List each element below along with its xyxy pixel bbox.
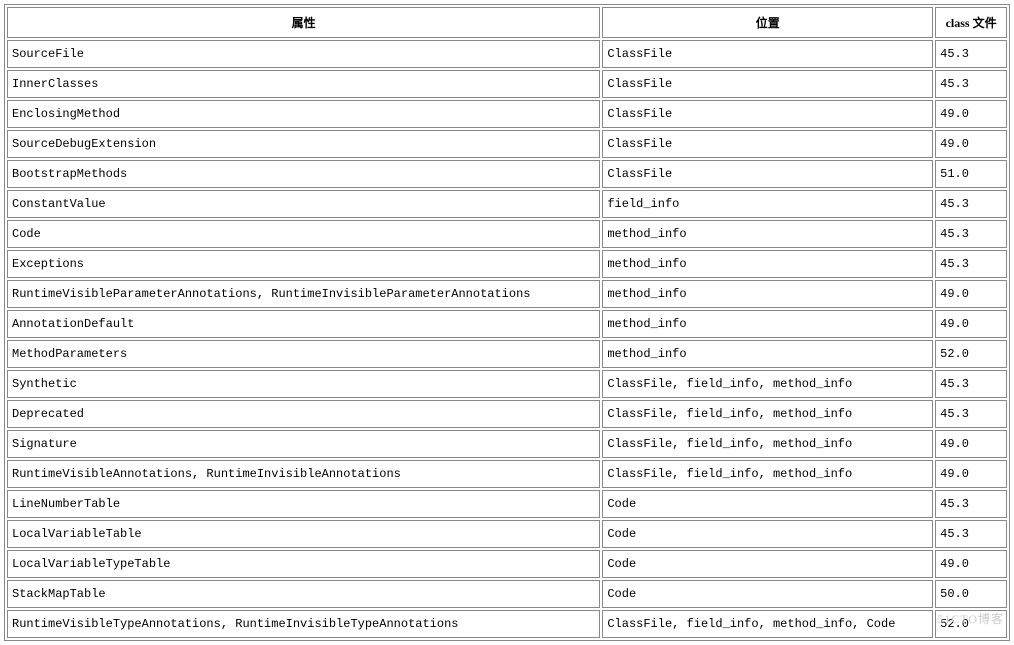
cell-version: 50.0 bbox=[935, 580, 1007, 608]
cell-version: 49.0 bbox=[935, 280, 1007, 308]
cell-location: ClassFile, field_info, method_info, Code bbox=[602, 610, 933, 638]
cell-version: 45.3 bbox=[935, 400, 1007, 428]
cell-attribute: Exceptions bbox=[7, 250, 600, 278]
table-row: Exceptionsmethod_info45.3 bbox=[7, 250, 1007, 278]
cell-version: 45.3 bbox=[935, 520, 1007, 548]
table-row: InnerClassesClassFile45.3 bbox=[7, 70, 1007, 98]
cell-version: 49.0 bbox=[935, 460, 1007, 488]
cell-location: ClassFile bbox=[602, 160, 933, 188]
cell-attribute: Signature bbox=[7, 430, 600, 458]
cell-location: ClassFile, field_info, method_info bbox=[602, 400, 933, 428]
table-row: SignatureClassFile, field_info, method_i… bbox=[7, 430, 1007, 458]
cell-attribute: SourceFile bbox=[7, 40, 600, 68]
table-row: StackMapTableCode50.0 bbox=[7, 580, 1007, 608]
cell-attribute: Synthetic bbox=[7, 370, 600, 398]
table-row: LineNumberTableCode45.3 bbox=[7, 490, 1007, 518]
cell-attribute: LocalVariableTable bbox=[7, 520, 600, 548]
cell-version: 45.3 bbox=[935, 490, 1007, 518]
cell-version: 51.0 bbox=[935, 160, 1007, 188]
cell-location: Code bbox=[602, 490, 933, 518]
cell-location: method_info bbox=[602, 250, 933, 278]
cell-attribute: EnclosingMethod bbox=[7, 100, 600, 128]
cell-attribute: StackMapTable bbox=[7, 580, 600, 608]
cell-attribute: RuntimeVisibleParameterAnnotations, Runt… bbox=[7, 280, 600, 308]
cell-location: method_info bbox=[602, 340, 933, 368]
table-row: SyntheticClassFile, field_info, method_i… bbox=[7, 370, 1007, 398]
table-row: AnnotationDefaultmethod_info49.0 bbox=[7, 310, 1007, 338]
table-row: ConstantValuefield_info45.3 bbox=[7, 190, 1007, 218]
cell-attribute: BootstrapMethods bbox=[7, 160, 600, 188]
table-row: DeprecatedClassFile, field_info, method_… bbox=[7, 400, 1007, 428]
header-location: 位置 bbox=[602, 7, 933, 38]
table-row: LocalVariableTypeTableCode49.0 bbox=[7, 550, 1007, 578]
cell-location: ClassFile, field_info, method_info bbox=[602, 460, 933, 488]
cell-location: Code bbox=[602, 520, 933, 548]
cell-attribute: RuntimeVisibleAnnotations, RuntimeInvisi… bbox=[7, 460, 600, 488]
cell-version: 49.0 bbox=[935, 550, 1007, 578]
table-row: LocalVariableTableCode45.3 bbox=[7, 520, 1007, 548]
cell-attribute: RuntimeVisibleTypeAnnotations, RuntimeIn… bbox=[7, 610, 600, 638]
attribute-table: 属性 位置 class 文件 SourceFileClassFile45.3In… bbox=[4, 4, 1010, 641]
table-row: Codemethod_info45.3 bbox=[7, 220, 1007, 248]
cell-attribute: LocalVariableTypeTable bbox=[7, 550, 600, 578]
cell-location: method_info bbox=[602, 310, 933, 338]
cell-version: 52.0 bbox=[935, 610, 1007, 638]
header-attribute: 属性 bbox=[7, 7, 600, 38]
cell-version: 49.0 bbox=[935, 100, 1007, 128]
table-row: SourceDebugExtensionClassFile49.0 bbox=[7, 130, 1007, 158]
table-row: RuntimeVisibleTypeAnnotations, RuntimeIn… bbox=[7, 610, 1007, 638]
cell-version: 45.3 bbox=[935, 190, 1007, 218]
cell-version: 45.3 bbox=[935, 370, 1007, 398]
cell-location: Code bbox=[602, 550, 933, 578]
cell-location: ClassFile, field_info, method_info bbox=[602, 430, 933, 458]
cell-version: 45.3 bbox=[935, 70, 1007, 98]
table-row: EnclosingMethodClassFile49.0 bbox=[7, 100, 1007, 128]
cell-version: 45.3 bbox=[935, 220, 1007, 248]
cell-version: 45.3 bbox=[935, 250, 1007, 278]
cell-attribute: SourceDebugExtension bbox=[7, 130, 600, 158]
cell-attribute: LineNumberTable bbox=[7, 490, 600, 518]
table-row: MethodParametersmethod_info52.0 bbox=[7, 340, 1007, 368]
cell-attribute: Code bbox=[7, 220, 600, 248]
cell-version: 49.0 bbox=[935, 430, 1007, 458]
table-row: RuntimeVisibleAnnotations, RuntimeInvisi… bbox=[7, 460, 1007, 488]
cell-location: Code bbox=[602, 580, 933, 608]
cell-location: method_info bbox=[602, 280, 933, 308]
table-row: BootstrapMethodsClassFile51.0 bbox=[7, 160, 1007, 188]
cell-attribute: AnnotationDefault bbox=[7, 310, 600, 338]
cell-location: ClassFile bbox=[602, 70, 933, 98]
cell-attribute: MethodParameters bbox=[7, 340, 600, 368]
table-row: SourceFileClassFile45.3 bbox=[7, 40, 1007, 68]
header-classfile: class 文件 bbox=[935, 7, 1007, 38]
cell-version: 52.0 bbox=[935, 340, 1007, 368]
cell-attribute: Deprecated bbox=[7, 400, 600, 428]
cell-version: 49.0 bbox=[935, 310, 1007, 338]
cell-version: 45.3 bbox=[935, 40, 1007, 68]
cell-location: field_info bbox=[602, 190, 933, 218]
cell-location: method_info bbox=[602, 220, 933, 248]
cell-location: ClassFile bbox=[602, 100, 933, 128]
table-header-row: 属性 位置 class 文件 bbox=[7, 7, 1007, 38]
table-row: RuntimeVisibleParameterAnnotations, Runt… bbox=[7, 280, 1007, 308]
cell-location: ClassFile bbox=[602, 130, 933, 158]
cell-attribute: InnerClasses bbox=[7, 70, 600, 98]
cell-version: 49.0 bbox=[935, 130, 1007, 158]
cell-attribute: ConstantValue bbox=[7, 190, 600, 218]
cell-location: ClassFile, field_info, method_info bbox=[602, 370, 933, 398]
cell-location: ClassFile bbox=[602, 40, 933, 68]
